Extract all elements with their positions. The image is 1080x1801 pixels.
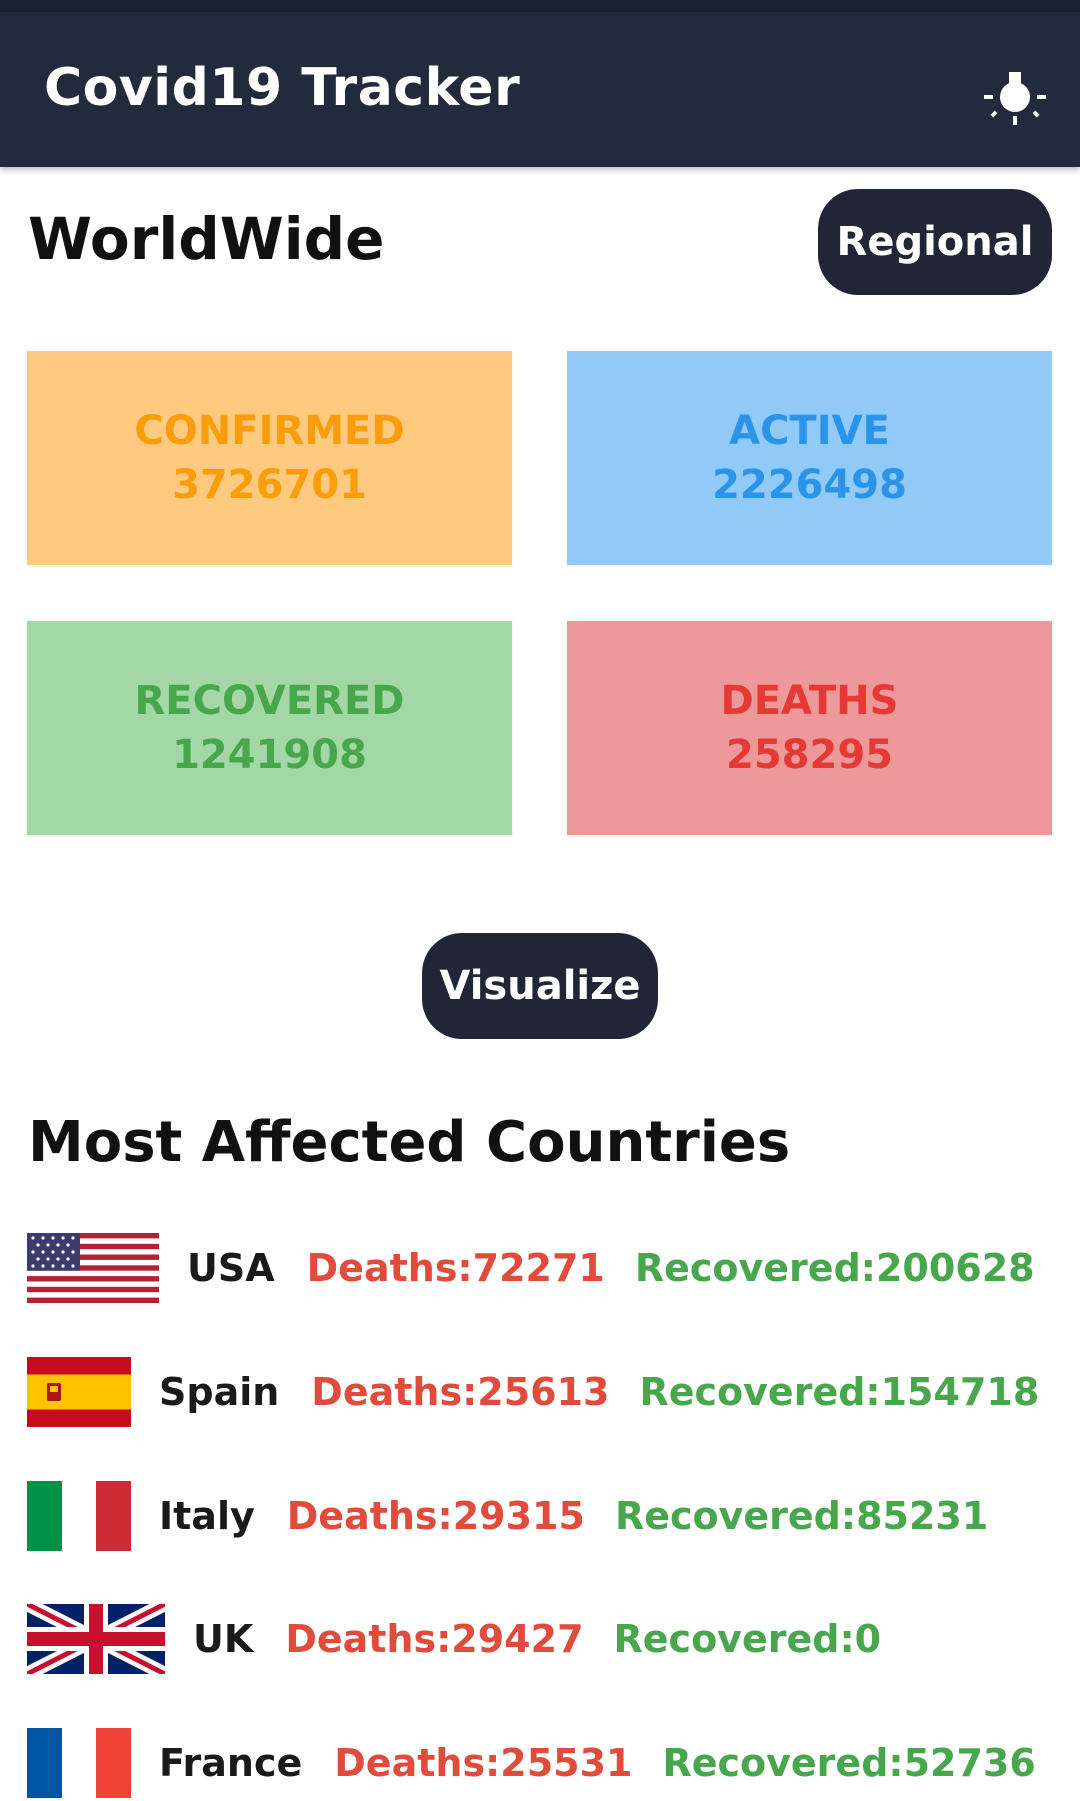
recovered-card: RECOVERED 1241908 [27, 621, 512, 835]
country-deaths: Deaths:29427 [285, 1617, 584, 1661]
worldwide-title: WorldWide [28, 205, 385, 273]
country-row-uk[interactable]: UK Deaths:29427 Recovered:0 [27, 1601, 881, 1677]
confirmed-label: CONFIRMED [134, 408, 405, 454]
country-recovered: Recovered:0 [613, 1617, 882, 1661]
deaths-label: DEATHS [720, 678, 899, 724]
country-name: France [159, 1741, 303, 1785]
country-recovered: Recovered:154718 [639, 1370, 1040, 1414]
country-row-spain[interactable]: Spain Deaths:25613 Recovered:154718 [27, 1354, 1039, 1430]
country-row-italy[interactable]: Italy Deaths:29315 Recovered:85231 [27, 1478, 988, 1554]
confirmed-card: CONFIRMED 3726701 [27, 351, 512, 565]
country-recovered: Recovered:200628 [634, 1246, 1035, 1290]
france-flag-icon [27, 1728, 131, 1798]
country-name: USA [187, 1246, 275, 1290]
country-name: Spain [159, 1370, 280, 1414]
country-deaths: Deaths:29315 [286, 1494, 585, 1538]
country-name: UK [193, 1617, 254, 1661]
uk-flag-icon [27, 1604, 165, 1674]
country-deaths: Deaths:25531 [334, 1741, 633, 1785]
usa-flag-icon [27, 1233, 159, 1303]
country-deaths: Deaths:72271 [306, 1246, 605, 1290]
deaths-value: 258295 [726, 732, 893, 778]
country-row-usa[interactable]: USA Deaths:72271 Recovered:200628 [27, 1230, 1035, 1306]
recovered-label: RECOVERED [134, 678, 405, 724]
deaths-card: DEATHS 258295 [567, 621, 1052, 835]
country-recovered: Recovered:85231 [614, 1494, 989, 1538]
confirmed-value: 3726701 [172, 462, 367, 508]
italy-flag-icon [27, 1481, 131, 1551]
country-deaths: Deaths:25613 [311, 1370, 610, 1414]
country-row-france[interactable]: France Deaths:25531 Recovered:52736 [27, 1725, 1036, 1801]
app-bar: Covid19 Tracker [0, 12, 1080, 167]
most-affected-title: Most Affected Countries [28, 1110, 791, 1175]
country-recovered: Recovered:52736 [662, 1741, 1036, 1785]
spain-flag-icon [27, 1357, 131, 1427]
visualize-button[interactable]: Visualize [422, 933, 658, 1039]
app-title: Covid19 Tracker [44, 58, 521, 118]
lightbulb-icon[interactable] [980, 60, 1050, 130]
regional-button[interactable]: Regional [818, 189, 1052, 295]
recovered-value: 1241908 [172, 732, 367, 778]
status-bar [0, 0, 1080, 12]
active-card: ACTIVE 2226498 [567, 351, 1052, 565]
country-name: Italy [159, 1494, 255, 1538]
active-value: 2226498 [712, 462, 907, 508]
active-label: ACTIVE [729, 408, 890, 454]
